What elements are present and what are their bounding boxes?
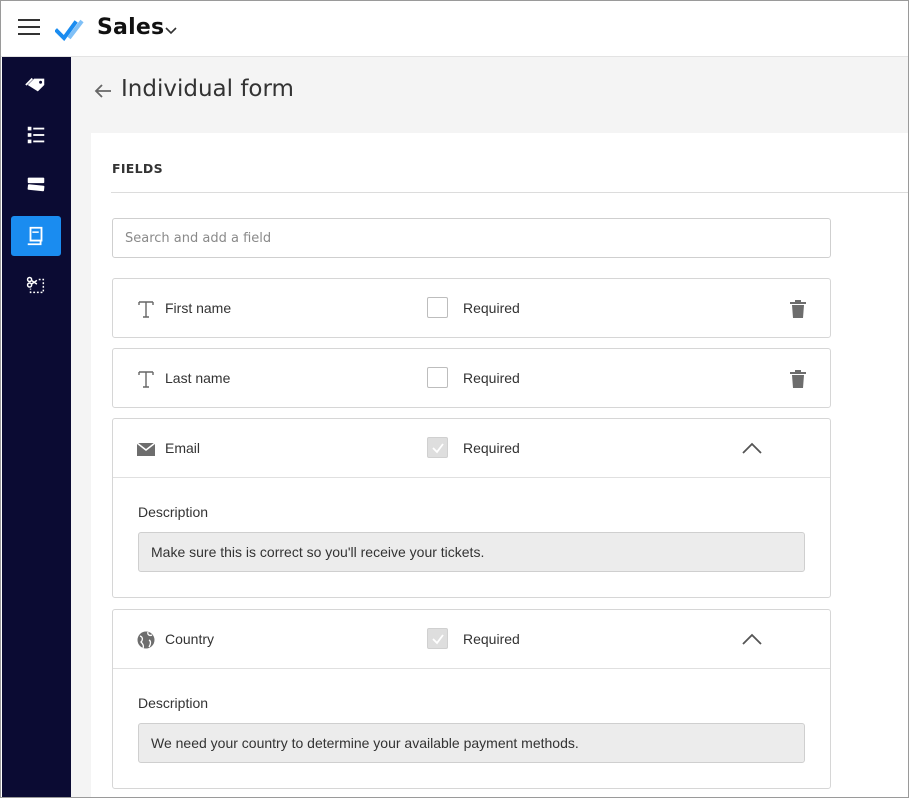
field-name: Last name (165, 370, 231, 386)
field-name: Country (165, 631, 215, 647)
field-country: Country Required Description (112, 609, 831, 789)
arrow-left-icon[interactable] (93, 81, 113, 101)
required-checkbox[interactable] (427, 297, 448, 318)
scissors-selection-icon (26, 276, 45, 294)
chevron-up-icon[interactable] (741, 632, 763, 646)
field-name: First name (165, 300, 232, 316)
required-label: Required (463, 300, 520, 316)
sidebar-item-selection[interactable] (11, 265, 61, 305)
checkmark-logo-icon (55, 19, 84, 41)
required-label: Required (463, 370, 520, 386)
main-content: Individual form FIELDS First name Requir… (71, 57, 908, 797)
list-icon (27, 126, 45, 144)
tickets-icon (25, 77, 45, 92)
search-input[interactable] (112, 218, 831, 258)
top-bar: Sales (1, 1, 908, 57)
section-divider (111, 192, 908, 193)
trash-icon[interactable] (789, 369, 807, 389)
field-first-name: First name Required (112, 278, 831, 338)
field-name: Email (165, 440, 201, 456)
required-checkbox[interactable] (427, 628, 448, 649)
app-window: Sales Individual form FIELDS Search and … (0, 0, 909, 798)
envelope-icon (136, 442, 156, 456)
hamburger-icon[interactable] (18, 19, 40, 37)
sidebar (2, 57, 71, 797)
check-icon (432, 443, 444, 454)
chevron-up-icon[interactable] (741, 441, 763, 455)
field-last-name: Last name Required (112, 348, 831, 408)
text-icon (138, 371, 154, 388)
description-input[interactable] (138, 532, 805, 572)
text-icon (138, 301, 154, 318)
sidebar-item-tickets[interactable] (11, 65, 61, 105)
sidebar-item-stack[interactable] (11, 165, 61, 205)
section-label: FIELDS (112, 161, 163, 176)
required-label: Required (463, 631, 520, 647)
check-icon (432, 634, 444, 645)
field-email: Email Required Description (112, 418, 831, 598)
chevron-down-icon[interactable] (163, 22, 179, 38)
form-icon (27, 226, 43, 246)
stack-icon (27, 177, 45, 192)
sidebar-item-list[interactable] (11, 115, 61, 155)
sidebar-item-form[interactable] (11, 216, 61, 256)
description-label: Description (138, 695, 209, 711)
required-checkbox[interactable] (427, 367, 448, 388)
app-title[interactable]: Sales (97, 15, 164, 40)
globe-icon (137, 631, 155, 649)
fields-card: FIELDS First name Required (91, 133, 908, 797)
page-title: Individual form (121, 76, 294, 102)
description-label: Description (138, 504, 209, 520)
description-input[interactable] (138, 723, 805, 763)
required-checkbox[interactable] (427, 437, 448, 458)
trash-icon[interactable] (789, 299, 807, 319)
required-label: Required (463, 440, 520, 456)
